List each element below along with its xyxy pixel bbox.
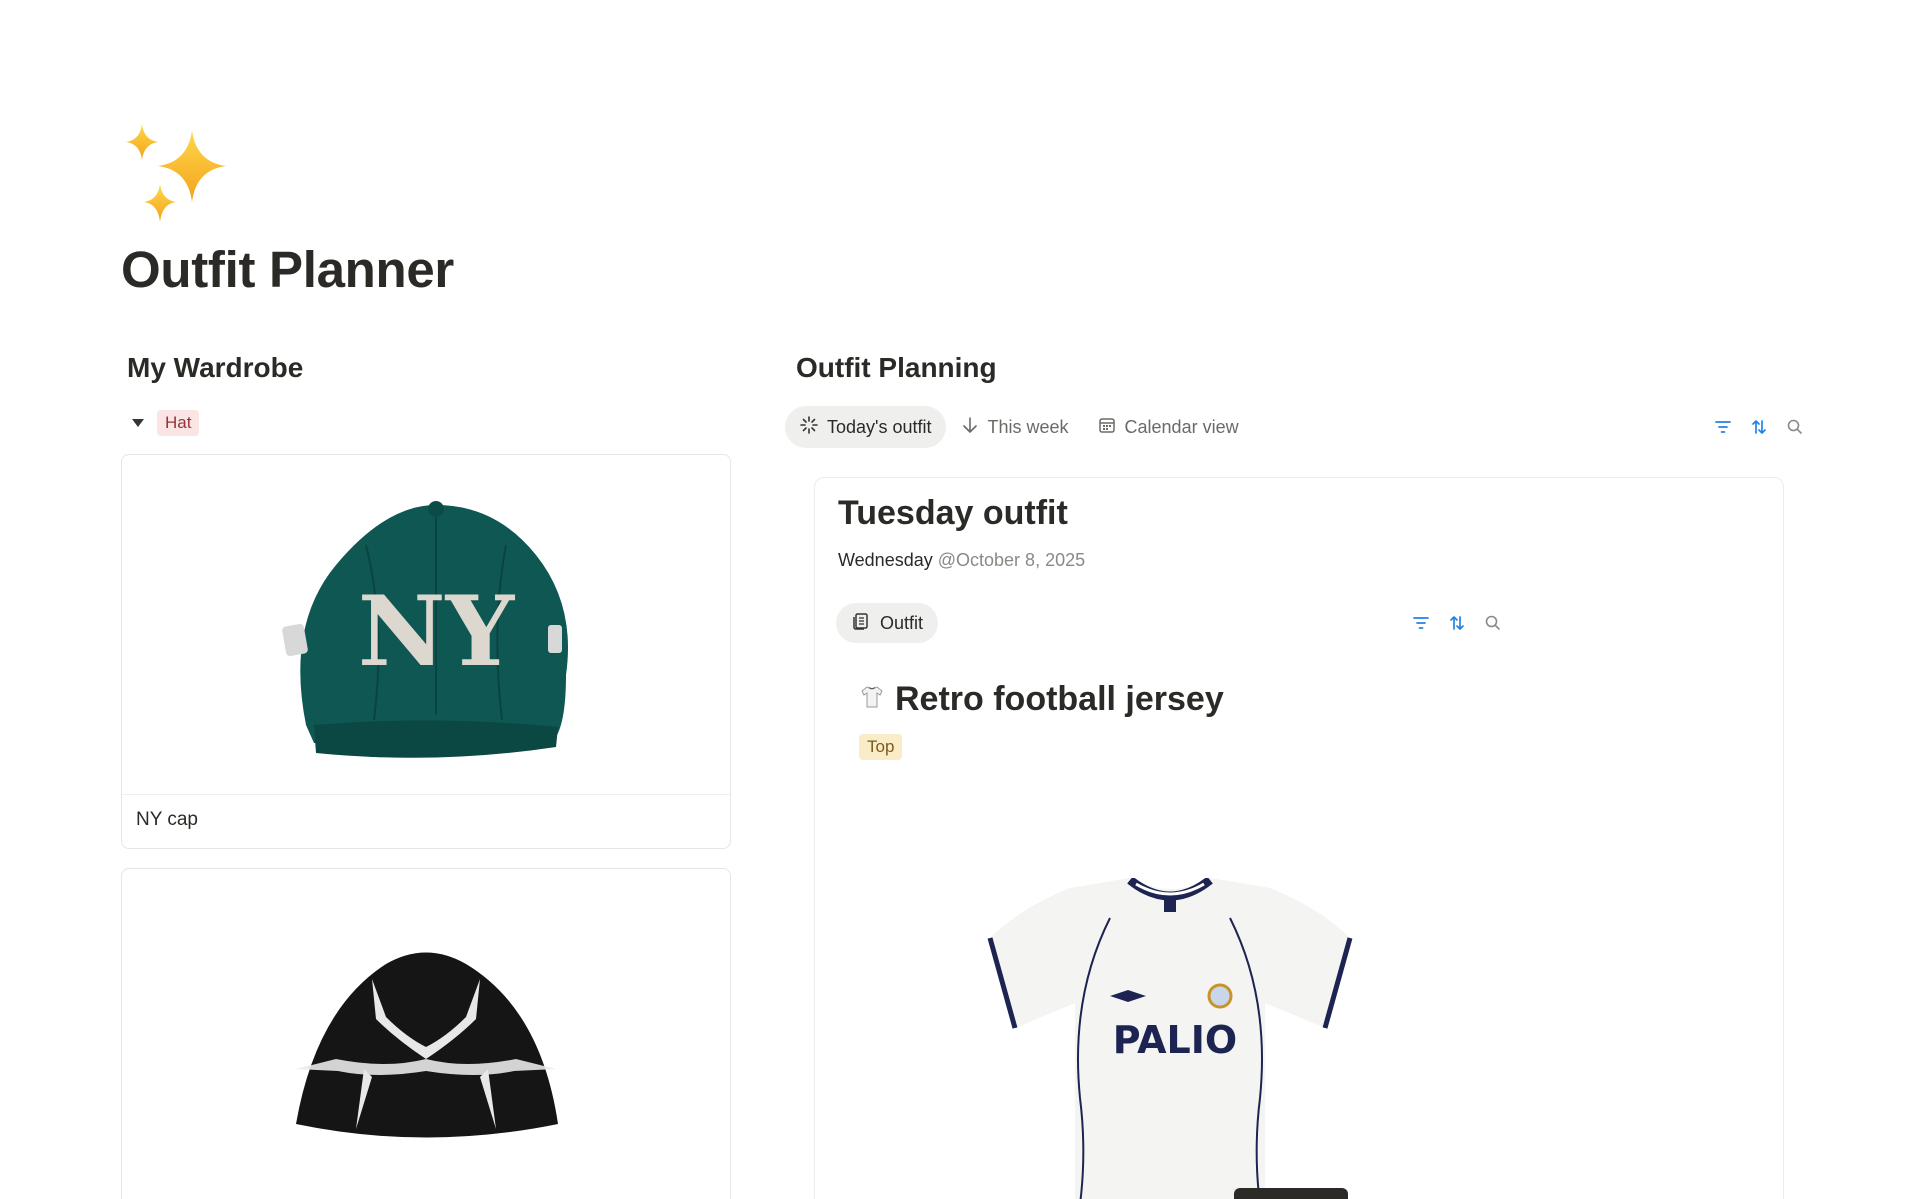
outfit-item-title[interactable]: Retro football jersey	[859, 680, 1224, 719]
outfit-date: Wednesday @October 8, 2025	[838, 550, 1085, 571]
jersey-image: PALIO	[920, 876, 1420, 1199]
sort-icon[interactable]	[1749, 417, 1769, 437]
document-stack-icon	[851, 611, 871, 636]
wardrobe-section: My Wardrobe Hat NY NY cap	[121, 352, 731, 1199]
outfit-day: Wednesday	[838, 550, 933, 570]
wardrobe-heading: My Wardrobe	[127, 352, 304, 383]
view-toolbar	[1713, 406, 1805, 448]
group-header-hat[interactable]: Hat	[121, 410, 731, 436]
item-tag-top: Top	[859, 734, 903, 760]
triangle-down-icon[interactable]	[129, 414, 147, 432]
group-tag-hat: Hat	[157, 410, 200, 436]
item-title-text: Retro football jersey	[895, 680, 1224, 718]
date-mention[interactable]: @October 8, 2025	[938, 550, 1085, 570]
filter-icon[interactable]	[1411, 613, 1431, 633]
tab-outfit[interactable]: Outfit	[836, 603, 939, 643]
svg-text:NY: NY	[358, 575, 516, 688]
sparkle-burst-icon	[799, 415, 819, 440]
jersey-text: PALIO	[1113, 1018, 1237, 1062]
tab-label: Calendar view	[1124, 416, 1239, 437]
search-icon[interactable]	[1483, 613, 1503, 633]
card-caption: NY cap	[136, 809, 198, 830]
cap-image: NY	[122, 455, 730, 795]
beanie-image	[122, 869, 730, 1199]
outfit-toolbar	[1411, 613, 1503, 633]
sparkles-icon[interactable]	[122, 118, 240, 236]
tab-this-week[interactable]: This week	[946, 406, 1083, 448]
tab-label: This week	[987, 416, 1069, 437]
tab-calendar-view[interactable]: Calendar view	[1083, 406, 1253, 448]
tshirt-icon	[859, 684, 885, 715]
tab-label: Outfit	[880, 612, 924, 633]
tooltip	[1234, 1188, 1348, 1199]
wardrobe-card[interactable]	[121, 868, 731, 1199]
tab-todays-outfit[interactable]: Today's outfit	[785, 406, 946, 448]
calendar-icon	[1097, 415, 1117, 440]
search-icon[interactable]	[1785, 417, 1805, 437]
tab-label: Today's outfit	[827, 416, 932, 437]
page-title: Outfit Planner	[121, 241, 454, 298]
filter-icon[interactable]	[1713, 417, 1733, 437]
wardrobe-card[interactable]: NY NY cap	[121, 454, 731, 849]
sort-icon[interactable]	[1447, 613, 1467, 633]
planning-heading: Outfit Planning	[796, 352, 997, 383]
arrow-down-icon	[960, 415, 980, 440]
view-tabs: Today's outfit This week Calendar view	[785, 406, 1805, 448]
planning-section: Outfit Planning Today's outfit This week	[785, 352, 1805, 1199]
outfit-title: Tuesday outfit	[838, 494, 1068, 532]
outfit-card[interactable]: Tuesday outfit Wednesday @October 8, 202…	[814, 477, 1784, 1199]
